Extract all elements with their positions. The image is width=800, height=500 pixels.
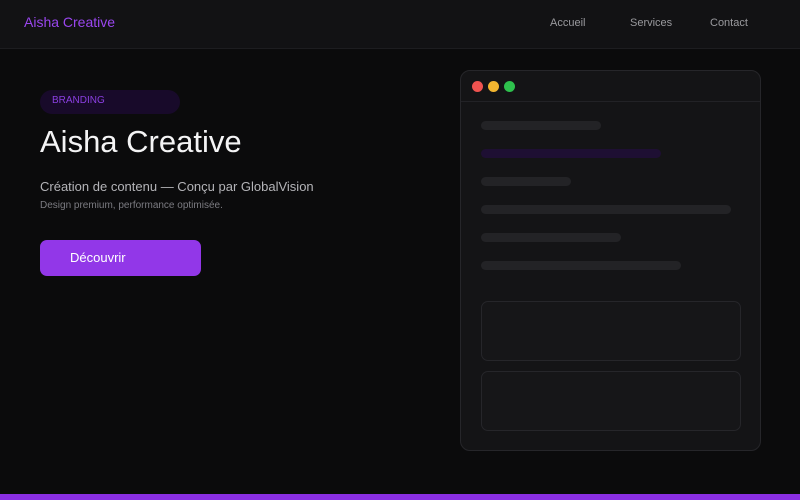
window-minimize-dot-icon xyxy=(488,81,499,92)
hero-title: Aisha Creative xyxy=(40,124,242,159)
window-close-dot-icon xyxy=(472,81,483,92)
window-maximize-dot-icon xyxy=(504,81,515,92)
skeleton-line xyxy=(481,205,731,214)
category-badge: BRANDING xyxy=(40,90,180,114)
hero-tagline: Design premium, performance optimisée. xyxy=(40,200,223,211)
skeleton-line xyxy=(481,261,681,270)
mockup-titlebar xyxy=(461,71,760,102)
skeleton-line xyxy=(481,177,571,186)
nav-link-accueil[interactable]: Accueil xyxy=(550,17,585,29)
skeleton-card xyxy=(481,371,741,431)
site-header: Aisha Creative Accueil Services Contact xyxy=(0,0,800,49)
skeleton-line xyxy=(481,121,601,130)
nav-link-contact[interactable]: Contact xyxy=(710,17,748,29)
skeleton-card xyxy=(481,301,741,361)
hero-subtitle: Création de contenu — Conçu par GlobalVi… xyxy=(40,179,314,194)
skeleton-line xyxy=(481,233,621,242)
landing-page: Aisha Creative Accueil Services Contact … xyxy=(0,0,800,500)
skeleton-line-accent xyxy=(481,149,661,158)
brand-logo-link[interactable]: Aisha Creative xyxy=(24,14,115,30)
nav-link-services[interactable]: Services xyxy=(630,17,672,29)
discover-button[interactable]: Découvrir xyxy=(40,240,201,276)
browser-mockup xyxy=(460,70,761,451)
footer-accent-bar xyxy=(0,494,800,500)
